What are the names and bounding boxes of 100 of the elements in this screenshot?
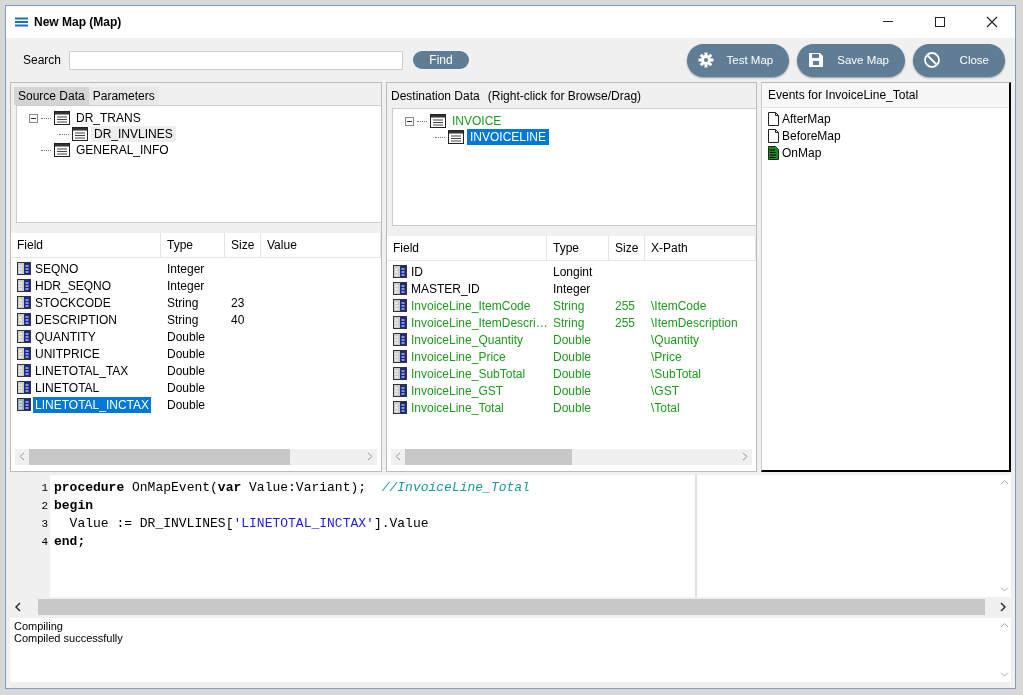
- field-name[interactable]: InvoiceLine_SubTotal: [409, 365, 528, 382]
- field-name[interactable]: QUANTITY: [33, 328, 98, 345]
- table-cell-text: \Price: [650, 349, 683, 364]
- table-icon: [430, 114, 446, 128]
- line-number: 4: [40, 535, 49, 550]
- scroll-up-icon: [999, 479, 1009, 486]
- table-cell-text: Integer: [552, 281, 592, 296]
- table-cell-text: String: [166, 295, 200, 310]
- table-cell-text: Double: [166, 363, 207, 378]
- find-button[interactable]: Find: [413, 51, 470, 69]
- table-icon: [72, 127, 88, 141]
- tab[interactable]: Parameters: [88, 87, 159, 105]
- field-name[interactable]: STOCKCODE: [33, 294, 113, 311]
- scroll-down-icon: [999, 671, 1009, 678]
- table-icon: [54, 143, 70, 157]
- field-name[interactable]: DESCRIPTION: [33, 311, 119, 328]
- table-cell-text: 255: [614, 315, 637, 330]
- field-icon: [393, 299, 407, 312]
- code-editor[interactable]: 1 2 3 4 procedure OnMapEvent(var Value:Variant); //InvoiceLine_Total begin Value := DR_INVLINES['LINETOTAL_INCTAX'].Value end;: [10, 475, 1011, 597]
- log-line: Compiled successfully: [14, 632, 124, 644]
- action-button[interactable]: Test Map: [686, 43, 790, 77]
- field-name[interactable]: InvoiceLine_Price: [409, 348, 508, 365]
- field-name[interactable]: SEQNO: [33, 260, 81, 277]
- table-cell-text: String: [552, 315, 586, 330]
- field-name[interactable]: MASTER_ID: [409, 280, 482, 297]
- table-cell-text: \ItemDescription: [650, 315, 739, 330]
- panel-title: Events for InvoiceLine_Total: [762, 83, 1009, 108]
- table-cell-text: Double: [552, 383, 593, 398]
- table-cell-text: \Total: [650, 400, 681, 415]
- event-item[interactable]: OnMap: [782, 145, 822, 160]
- log-line: Compiling: [14, 620, 64, 632]
- field-name[interactable]: InvoiceLine_Quantity: [409, 331, 526, 348]
- column-header[interactable]: X-Path: [645, 236, 756, 260]
- table-cell-text: Double: [552, 332, 593, 347]
- table-cell-text: Double: [166, 380, 207, 395]
- tree-item[interactable]: DR_INVLINES: [91, 126, 176, 142]
- maximize-icon: [934, 16, 946, 28]
- field-icon: [17, 296, 31, 309]
- field-icon: [393, 367, 407, 380]
- tree-item[interactable]: INVOICE: [449, 113, 505, 129]
- column-header[interactable]: Type: [161, 233, 225, 257]
- field-icon: [17, 330, 31, 343]
- table-cell-text: \ItemCode: [650, 298, 708, 313]
- field-icon: [17, 398, 31, 411]
- close-icon: [986, 16, 998, 28]
- field-icon: [393, 265, 407, 278]
- tab[interactable]: Source Data: [14, 87, 89, 105]
- horizontal-scrollbar[interactable]: [15, 449, 377, 465]
- search-field[interactable]: [69, 50, 404, 70]
- scroll-right-icon: [367, 452, 373, 461]
- field-name[interactable]: InvoiceLine_Total: [409, 399, 506, 416]
- field-name[interactable]: InvoiceLine_ItemDescri…: [409, 314, 550, 331]
- field-name[interactable]: LINETOTAL_INCTAX: [33, 396, 152, 413]
- tree-item[interactable]: DR_TRANS: [73, 110, 144, 126]
- column-header[interactable]: Field: [11, 233, 161, 257]
- field-icon: [17, 347, 31, 360]
- table-cell-text: Double: [166, 329, 207, 344]
- field-name[interactable]: UNITPRICE: [33, 345, 102, 362]
- code-line: begin: [54, 497, 94, 515]
- field-icon: [17, 364, 31, 377]
- column-header[interactable]: Size: [609, 236, 645, 260]
- table-cell-text: 40: [230, 312, 246, 327]
- scroll-right-icon: [999, 602, 1007, 612]
- table-cell-text: Double: [166, 397, 207, 412]
- field-name[interactable]: InvoiceLine_GST: [409, 382, 506, 399]
- table-cell-text: \GST: [650, 383, 680, 398]
- field-name[interactable]: ID: [409, 263, 425, 280]
- field-name[interactable]: InvoiceLine_ItemCode: [409, 297, 533, 314]
- field-name[interactable]: LINETOTAL: [33, 379, 102, 396]
- tree-item[interactable]: GENERAL_INFO: [73, 142, 172, 158]
- line-number: 3: [40, 517, 49, 532]
- column-header[interactable]: Type: [547, 236, 609, 260]
- table-icon: [54, 111, 70, 125]
- panel-title: Destination Data: [391, 88, 480, 103]
- field-icon: [17, 381, 31, 394]
- field-name[interactable]: HDR_SEQNO: [33, 277, 113, 294]
- column-header[interactable]: Size: [225, 233, 261, 257]
- column-header[interactable]: Field: [387, 236, 547, 260]
- table-cell-text: \Quantity: [650, 332, 701, 347]
- field-icon: [393, 282, 407, 295]
- table-icon: [448, 130, 464, 144]
- event-item[interactable]: AfterMap: [782, 111, 831, 126]
- horizontal-scrollbar[interactable]: [391, 449, 752, 465]
- code-line: end;: [54, 533, 87, 551]
- table-cell-text: 23: [230, 295, 246, 310]
- event-item[interactable]: BeforeMap: [782, 128, 841, 143]
- tree-item[interactable]: INVOICELINE: [467, 129, 550, 145]
- field-icon: [17, 313, 31, 326]
- table-cell-text: Double: [552, 400, 593, 415]
- field-icon: [393, 401, 407, 414]
- scroll-left-icon: [19, 452, 25, 461]
- action-button[interactable]: Close: [913, 43, 1005, 77]
- table-cell-text: String: [552, 298, 586, 313]
- gear-icon: [696, 51, 715, 69]
- column-header[interactable]: Value: [261, 233, 381, 257]
- table-cell-text: Double: [552, 366, 593, 381]
- code-line: procedure OnMapEvent(var Value:Variant); //InvoiceLine_Total: [54, 479, 531, 497]
- action-button[interactable]: Save Map: [797, 43, 905, 77]
- field-name[interactable]: LINETOTAL_TAX: [33, 362, 131, 379]
- cancel-icon: [923, 51, 941, 69]
